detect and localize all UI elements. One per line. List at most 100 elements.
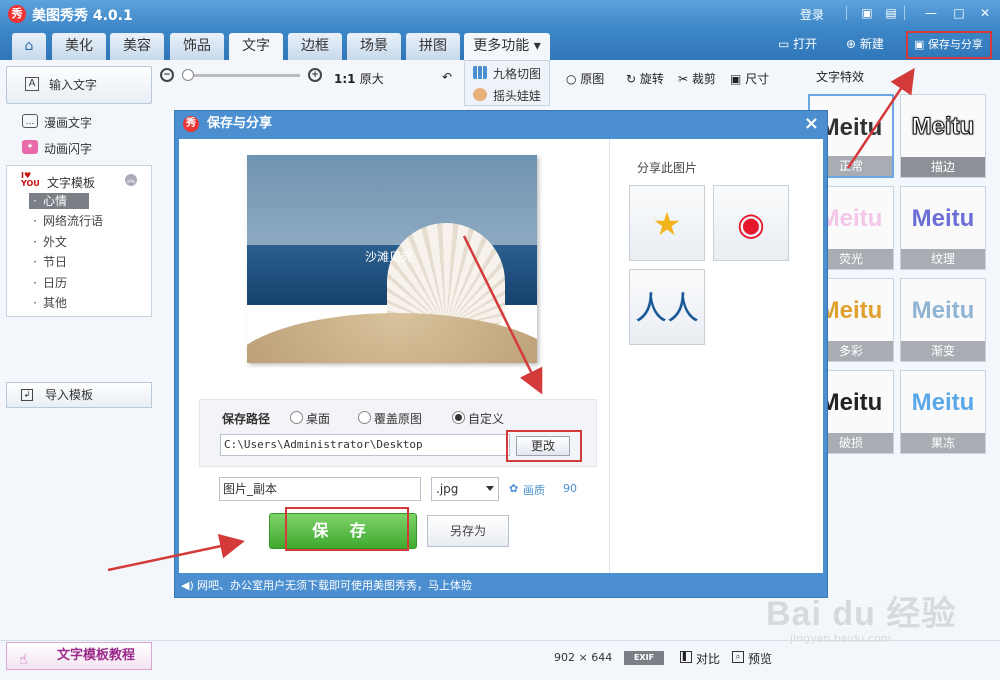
dialog-title: 保存与分享 — [207, 116, 273, 131]
tab-text[interactable]: 文字 — [229, 33, 283, 60]
save-path-box: 保存路径 桌面 覆盖原图 自定义 C:\Users\Administrator\… — [199, 399, 597, 467]
template-item[interactable]: 心情 — [29, 193, 89, 209]
text-template-panel: I♥YOU 文字模板 ︽ 心情 网络流行语 外文 节日 日历 其他 — [6, 165, 152, 317]
maximize-icon[interactable]: □ — [950, 4, 968, 22]
zoom-slider-handle[interactable] — [182, 69, 194, 81]
dialog-close-icon[interactable]: × — [804, 114, 819, 134]
main-nav: ⌂ 美化 美容 饰品 文字 边框 场景 拼图 更多功能 ▾ ▭ 打开 ⊕ 新建 — [0, 28, 1000, 60]
input-text-button[interactable]: A 输入文字 — [6, 66, 152, 104]
effect-sample: Meitu — [911, 389, 975, 416]
effect-label: 渐变 — [901, 341, 985, 361]
tab-accessories[interactable]: 饰品 — [170, 33, 224, 60]
zoom-ratio: 1:1 — [334, 72, 356, 86]
save-share-button[interactable]: ▣ 保存与分享 — [906, 31, 992, 59]
tab-face[interactable]: 美容 — [110, 33, 164, 60]
resize-label: 尺寸 — [745, 72, 770, 86]
zoom-out-icon[interactable]: − — [160, 68, 174, 82]
template-item[interactable]: 日历 — [29, 275, 67, 291]
zoom-slider[interactable] — [184, 74, 300, 77]
minimize-icon[interactable]: — — [922, 4, 940, 22]
template-header-label: 文字模板 — [47, 176, 96, 190]
save-path-input[interactable]: C:\Users\Administrator\Desktop — [220, 434, 510, 456]
feedback-icon[interactable]: ▣ — [858, 4, 876, 22]
magnifier-icon: ⌕ — [732, 651, 744, 663]
save-path-label: 保存路径 — [222, 412, 271, 426]
zoom-in-icon[interactable]: + — [308, 68, 322, 82]
tab-frame[interactable]: 边框 — [288, 33, 342, 60]
actual-size-button[interactable]: 1:1 原大 — [334, 70, 384, 87]
close-icon[interactable]: ✕ — [976, 4, 994, 22]
dialog-footer-text[interactable]: 网吧、办公室用户无须下载即可使用美图秀秀，马上体验 — [197, 579, 472, 592]
effect-tile-outline[interactable]: Meitu 描边 — [900, 94, 986, 178]
collapse-icon[interactable]: ︽ — [125, 174, 137, 186]
quality-setting[interactable]: ✿ 画质 — [509, 482, 545, 498]
template-item[interactable]: 外文 — [29, 234, 67, 250]
exif-button[interactable]: EXIF — [624, 651, 664, 665]
original-button[interactable]: ○ 原图 — [566, 70, 604, 87]
weibo-icon: ◉ — [737, 205, 765, 243]
share-qzone-button[interactable]: ★ — [629, 185, 705, 261]
input-text-label: 输入文字 — [49, 78, 98, 92]
effect-tile-jelly[interactable]: Meitu 果冻 — [900, 370, 986, 454]
more-features-label: 更多功能 — [473, 38, 530, 54]
login-link[interactable]: 登录 — [800, 6, 824, 23]
rotate-label: 旋转 — [639, 72, 664, 86]
more-features-dropdown: 九格切图 摇头娃娃 — [464, 60, 550, 106]
new-button[interactable]: ⊕ 新建 — [846, 35, 884, 52]
change-path-button[interactable]: 更改 — [516, 436, 570, 456]
gear-icon: ✿ — [509, 482, 519, 495]
speech-bubble-icon: … — [22, 114, 38, 128]
preview-label: 预览 — [748, 652, 773, 666]
extension-select[interactable]: .jpg — [431, 477, 499, 501]
original-label: 原图 — [580, 72, 605, 86]
import-icon: ↲ — [21, 389, 33, 401]
effect-label: 纹理 — [901, 249, 985, 269]
open-button[interactable]: ▭ 打开 — [778, 35, 817, 52]
effect-tile-gradient[interactable]: Meitu 渐变 — [900, 278, 986, 362]
tab-scene[interactable]: 场景 — [347, 33, 401, 60]
filename-input[interactable]: 图片_副本 — [219, 477, 421, 501]
chevron-down-icon — [486, 486, 494, 491]
effect-sample: Meitu — [911, 205, 975, 232]
template-header[interactable]: I♥ YOU 文字模板 — [21, 172, 96, 191]
bobblehead-item[interactable]: 摇头娃娃 — [473, 87, 541, 104]
settings-icon[interactable]: ▤ — [882, 4, 900, 22]
rotate-button[interactable]: ↻ 旋转 — [626, 70, 664, 87]
undo-icon[interactable]: ↶ — [442, 70, 452, 84]
tutorial-label: 文字模板教程 — [57, 648, 136, 663]
share-weibo-button[interactable]: ◉ — [713, 185, 789, 261]
radio-custom[interactable]: 自定义 — [452, 410, 504, 427]
preview-caption: 沙滩贝壳 — [365, 250, 414, 264]
image-width: 902 — [554, 651, 575, 664]
nine-grid-item[interactable]: 九格切图 — [473, 65, 541, 82]
more-features-menu[interactable]: 更多功能 ▾ — [464, 33, 550, 60]
save-as-button[interactable]: 另存为 — [427, 515, 509, 547]
import-template-button[interactable]: ↲ 导入模板 — [6, 382, 152, 408]
comic-text-link[interactable]: … 漫画文字 — [22, 114, 92, 131]
renren-icon: 人人 — [634, 289, 699, 327]
home-icon[interactable]: ⌂ — [12, 33, 46, 60]
crop-button[interactable]: ✂ 裁剪 — [678, 70, 716, 87]
tab-beautify[interactable]: 美化 — [52, 33, 106, 60]
effect-tile-texture[interactable]: Meitu 纹理 — [900, 186, 986, 270]
comic-text-label: 漫画文字 — [44, 116, 93, 130]
share-renren-button[interactable]: 人人 — [629, 269, 705, 345]
resize-button[interactable]: ▣ 尺寸 — [730, 70, 769, 87]
animated-text-label: 动画闪字 — [44, 142, 93, 156]
template-item[interactable]: 其他 — [29, 295, 67, 311]
watermark-brand: Bai du 经验 — [766, 595, 957, 633]
speaker-icon: ◀) — [181, 579, 194, 592]
radio-overwrite[interactable]: 覆盖原图 — [358, 410, 422, 427]
import-template-label: 导入模板 — [45, 388, 94, 402]
share-label: 分享此图片 — [637, 161, 698, 175]
radio-desktop[interactable]: 桌面 — [290, 410, 330, 427]
template-tutorial-button[interactable]: ☝ 文字模板教程 — [6, 642, 152, 670]
template-item[interactable]: 网络流行语 — [29, 213, 103, 229]
preview-button[interactable]: ⌕ 预览 — [732, 650, 772, 667]
extension-value: .jpg — [436, 482, 459, 496]
template-item[interactable]: 节日 — [29, 254, 67, 270]
compare-button[interactable]: ▌ 对比 — [680, 650, 720, 667]
animated-text-link[interactable]: ✦ 动画闪字 — [22, 140, 92, 157]
tab-collage[interactable]: 拼图 — [406, 33, 460, 60]
grid-icon — [473, 66, 487, 79]
